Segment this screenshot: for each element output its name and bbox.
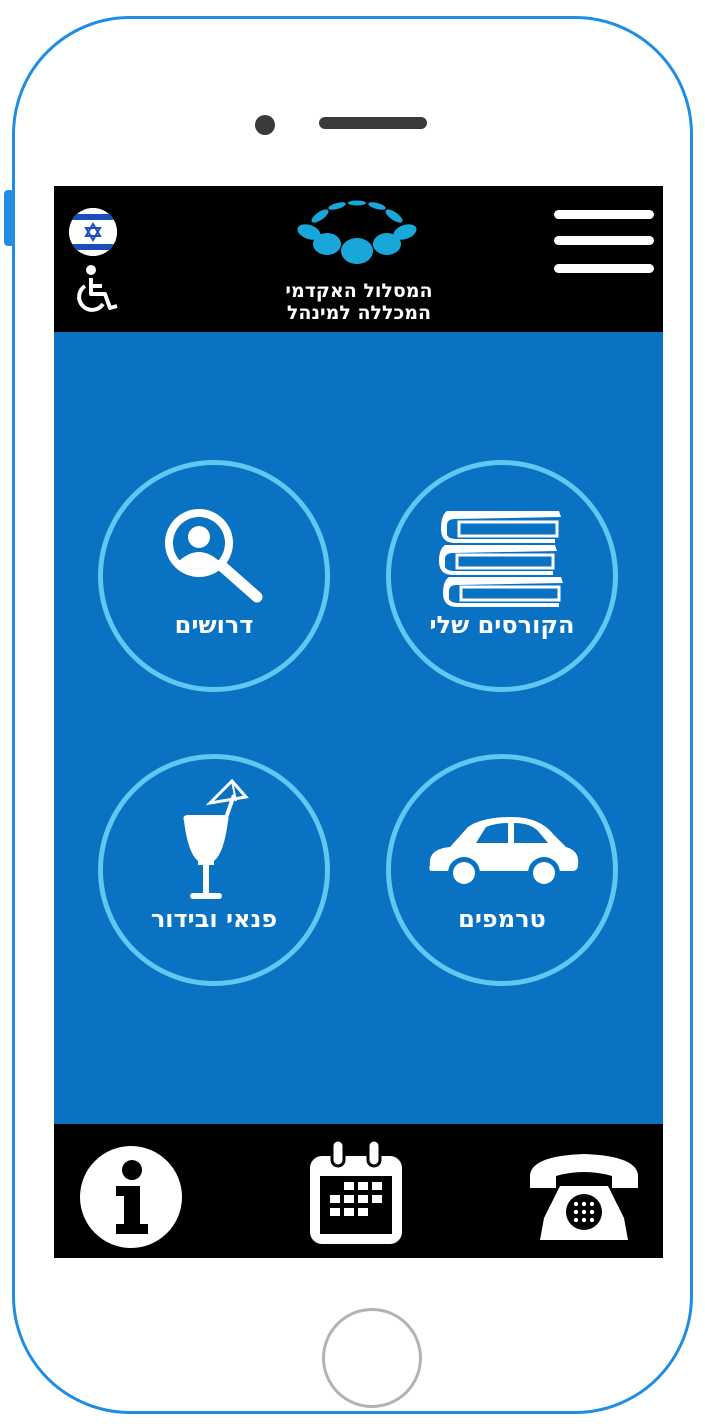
search-person-icon [159, 503, 269, 607]
tile-wanted[interactable]: דרושים [98, 460, 330, 692]
side-button[interactable] [4, 190, 14, 246]
tile-rides[interactable]: טרמפים [386, 754, 618, 986]
car-icon [422, 813, 582, 897]
tile-label: טרמפים [458, 905, 546, 933]
top-bar: המסלול האקדמי המכללה למינהל [54, 186, 663, 332]
cocktail-icon [174, 775, 254, 909]
books-icon [437, 509, 567, 613]
front-camera [255, 115, 275, 135]
info-icon[interactable] [80, 1146, 182, 1252]
tile-label: פנאי ובידור [150, 905, 278, 933]
israel-flag-icon[interactable] [69, 208, 117, 256]
earpiece-speaker [319, 117, 427, 129]
hamburger-menu-icon[interactable] [554, 210, 654, 274]
tile-leisure[interactable]: פנאי ובידור [98, 754, 330, 986]
college-logo [297, 198, 427, 282]
calendar-icon[interactable] [306, 1138, 406, 1252]
tile-label: הקורסים שלי [429, 611, 575, 639]
wheelchair-icon[interactable] [72, 264, 122, 318]
app-screen: המסלול האקדמי המכללה למינהל הקורסים שלי … [54, 186, 663, 1258]
brand-line-2: המכללה למינהל [286, 302, 432, 324]
bottom-bar [54, 1124, 663, 1258]
brand-line-1: המסלול האקדמי [285, 280, 433, 302]
tile-label: דרושים [174, 611, 254, 639]
home-button[interactable] [322, 1308, 422, 1408]
telephone-icon[interactable] [526, 1148, 642, 1248]
tile-my-courses[interactable]: הקורסים שלי [386, 460, 618, 692]
brand-name: המסלול האקדמי המכללה למינהל [234, 280, 484, 324]
